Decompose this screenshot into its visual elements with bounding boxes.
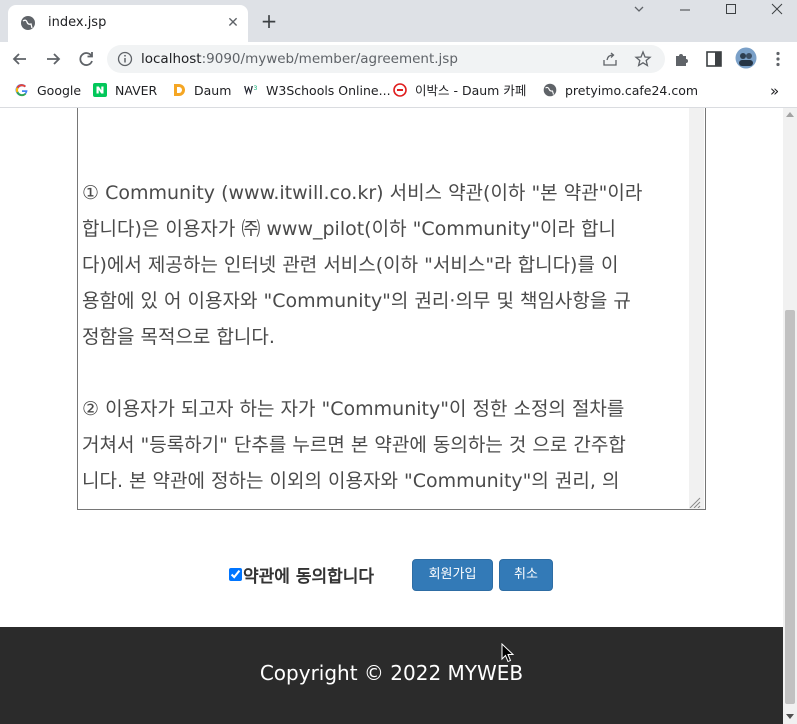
bookmark-w3schools[interactable]: 3 W3Schools Online... [244, 82, 391, 100]
scroll-up-arrow-icon[interactable] [786, 112, 794, 117]
back-icon[interactable] [9, 48, 31, 70]
close-window-icon[interactable] [760, 2, 794, 22]
terms-text: ① Community (www.itwill.co.kr) 서비스 약관(이하… [82, 182, 643, 492]
page-scrollbar[interactable] [783, 108, 797, 724]
footer-copyright: Copyright © 2022 MYWEB [259, 661, 524, 685]
google-icon [15, 83, 28, 97]
tab-search-chevron-icon[interactable] [622, 2, 656, 22]
side-panel-icon[interactable] [705, 50, 723, 68]
bookmark-naver[interactable]: NAVER [93, 82, 157, 100]
forward-icon[interactable] [42, 48, 64, 70]
cafe-icon [393, 83, 407, 97]
bookmark-google[interactable]: Google [15, 82, 81, 100]
bookmark-pretyimo[interactable]: pretyimo.cafe24.com [543, 82, 698, 100]
daum-icon [174, 84, 185, 96]
w3schools-icon: 3 [244, 85, 258, 95]
maximize-icon[interactable] [714, 2, 748, 22]
svg-text:3: 3 [254, 85, 258, 92]
scroll-down-arrow-icon[interactable] [786, 714, 794, 719]
agree-label[interactable]: 약관에 동의합니다 [243, 562, 374, 587]
site-info-icon[interactable] [117, 51, 133, 67]
address-bar[interactable]: localhost:9090/myweb/member/agreement.js… [107, 45, 665, 73]
scrollbar-thumb[interactable] [785, 310, 795, 704]
extensions-icon[interactable] [673, 50, 691, 68]
mouse-cursor-icon [501, 643, 515, 663]
minimize-icon[interactable] [668, 2, 702, 22]
cancel-button[interactable]: 취소 [499, 559, 553, 591]
bookmark-cafe[interactable]: 이박스 - Daum 카페 [393, 82, 526, 100]
share-icon[interactable] [602, 51, 618, 67]
more-bookmarks-icon[interactable]: » [770, 82, 779, 100]
tab-title: index.jsp [48, 15, 107, 30]
terms-scrollbar[interactable] [689, 108, 704, 509]
browser-toolbar: localhost:9090/myweb/member/agreement.js… [0, 42, 797, 76]
globe-icon [21, 16, 35, 30]
globe-icon [543, 83, 557, 97]
naver-icon [93, 83, 107, 97]
new-tab-icon[interactable]: + [258, 10, 280, 32]
browser-tab[interactable]: index.jsp ✕ [8, 5, 248, 42]
bookmark-daum[interactable]: Daum [172, 82, 231, 100]
profile-avatar-icon[interactable] [735, 47, 757, 69]
address-url[interactable]: localhost:9090/myweb/member/agreement.js… [141, 51, 458, 67]
terms-textarea[interactable]: ① Community (www.itwill.co.kr) 서비스 약관(이하… [77, 108, 706, 510]
resize-grip-icon[interactable] [688, 496, 702, 508]
bookmarks-bar: Google NAVER Daum 3 W3Schools Online... … [0, 76, 797, 108]
footer: Copyright © 2022 MYWEB [0, 627, 783, 724]
tab-strip: index.jsp ✕ + [0, 0, 797, 42]
kebab-menu-icon[interactable] [769, 50, 787, 68]
close-tab-icon[interactable]: ✕ [224, 14, 242, 32]
page-viewport: ① Community (www.itwill.co.kr) 서비스 약관(이하… [0, 108, 783, 724]
agree-checkbox[interactable] [229, 568, 242, 581]
join-button[interactable]: 회원가입 [412, 559, 493, 591]
bookmark-star-icon[interactable] [634, 50, 652, 68]
reload-icon[interactable] [75, 48, 97, 70]
